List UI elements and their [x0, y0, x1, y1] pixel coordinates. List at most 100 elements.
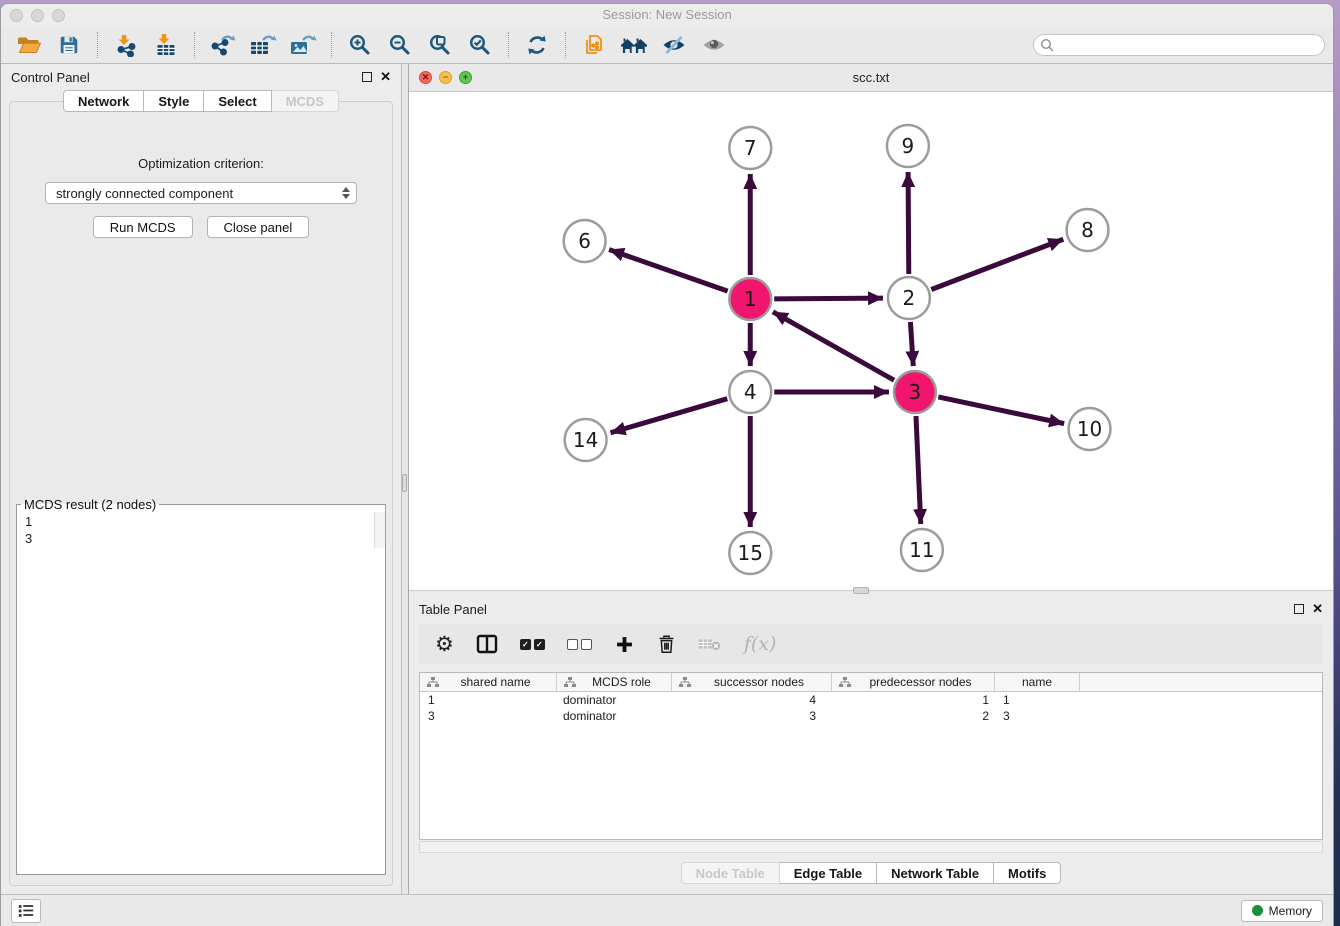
toolbar-separator: [97, 32, 98, 58]
graph-edge-1-6[interactable]: [609, 250, 728, 292]
toolbar-separator: [194, 32, 195, 58]
memory-button[interactable]: Memory: [1241, 900, 1323, 922]
clone-network-icon[interactable]: [574, 30, 614, 60]
node-table-body: 1dominator4113dominator323: [420, 692, 1322, 724]
graph-node-label: 8: [1081, 218, 1094, 242]
float-panel-icon[interactable]: [1294, 604, 1304, 614]
graph-edge-3-11[interactable]: [916, 416, 921, 524]
export-image-icon[interactable]: [283, 30, 323, 60]
table-cell[interactable]: 3: [995, 709, 1080, 723]
export-table-icon[interactable]: [243, 30, 283, 60]
result-scrollbar[interactable]: [374, 512, 385, 548]
tab-network[interactable]: Network: [63, 90, 144, 112]
divider-handle[interactable]: [853, 587, 869, 594]
divider-handle[interactable]: [402, 474, 407, 492]
table-cell[interactable]: 2: [832, 709, 995, 723]
network-graph[interactable]: 7968124314101511: [409, 92, 1333, 590]
delete-table-icon[interactable]: [698, 635, 722, 653]
application-window: Session: New Session: [0, 3, 1334, 926]
graph-edge-2-9[interactable]: [908, 172, 909, 274]
network-canvas[interactable]: 7968124314101511: [409, 92, 1333, 590]
zoom-selected-icon[interactable]: [460, 30, 500, 60]
deselect-all-icon[interactable]: [567, 639, 592, 650]
open-icon[interactable]: [9, 30, 49, 60]
tab-mcds[interactable]: MCDS: [272, 90, 339, 112]
maximize-network-icon[interactable]: +: [459, 71, 472, 84]
network-window-title: scc.txt: [409, 70, 1333, 85]
graph-edge-3-1[interactable]: [773, 312, 894, 380]
graph-edge-2-8[interactable]: [931, 239, 1063, 289]
graph-node-label: 14: [573, 428, 598, 452]
column-header-predecessor-nodes[interactable]: predecessor nodes: [832, 673, 995, 691]
delete-icon[interactable]: [657, 634, 676, 655]
column-header-mcds-role[interactable]: MCDS role: [557, 673, 672, 691]
table-cell[interactable]: 1: [995, 693, 1080, 707]
table-cell[interactable]: 4: [672, 693, 832, 707]
criterion-select[interactable]: strongly connected component: [45, 182, 357, 204]
tab-style[interactable]: Style: [144, 90, 204, 112]
column-header-shared-name[interactable]: shared name: [420, 673, 557, 691]
select-all-icon[interactable]: ✓✓: [520, 639, 545, 650]
graph-node-label: 11: [909, 538, 934, 562]
graph-edge-2-3[interactable]: [910, 322, 913, 366]
search-input[interactable]: [1033, 34, 1325, 56]
import-table-icon[interactable]: [146, 30, 186, 60]
node-table[interactable]: shared name MCDS role successor nodes: [419, 672, 1323, 840]
close-panel-icon[interactable]: ✕: [1312, 604, 1323, 614]
horizontal-divider[interactable]: [409, 590, 1333, 596]
run-mcds-button[interactable]: Run MCDS: [93, 216, 193, 238]
graph-node-label: 9: [902, 134, 915, 158]
import-network-icon[interactable]: [106, 30, 146, 60]
table-cell[interactable]: 1: [420, 693, 557, 707]
search-field: [1033, 34, 1325, 56]
graph-edge-1-2[interactable]: [774, 298, 883, 299]
optimization-criterion-label: Optimization criterion:: [10, 156, 392, 171]
close-network-icon[interactable]: ✕: [419, 71, 432, 84]
function-icon[interactable]: f(x): [744, 633, 777, 655]
task-history-button[interactable]: [11, 899, 41, 923]
tab-motifs[interactable]: Motifs: [994, 862, 1061, 884]
close-panel-icon[interactable]: ✕: [380, 72, 391, 82]
table-row[interactable]: 1dominator411: [420, 692, 1322, 708]
graph-node-label: 15: [738, 541, 763, 565]
graph-node-label: 2: [903, 286, 916, 310]
control-panel-title: Control Panel: [11, 70, 90, 85]
graph-edge-4-14[interactable]: [611, 399, 728, 433]
graph-edge-3-10[interactable]: [938, 397, 1064, 424]
mcds-result-box: MCDS result (2 nodes) 1 3: [16, 497, 386, 875]
gear-icon[interactable]: ⚙: [435, 634, 454, 655]
tab-node-table[interactable]: Node Table: [681, 862, 780, 884]
panel-divider[interactable]: [401, 64, 409, 894]
control-panel-header: Control Panel ✕: [1, 64, 401, 90]
column-header-successor-nodes[interactable]: successor nodes: [672, 673, 832, 691]
table-cell[interactable]: dominator: [557, 693, 672, 707]
hide-icon[interactable]: [654, 30, 694, 60]
table-row[interactable]: 3dominator323: [420, 708, 1322, 724]
graph-node-label: 4: [744, 380, 757, 404]
zoom-fit-icon[interactable]: [420, 30, 460, 60]
tab-edge-table[interactable]: Edge Table: [780, 862, 877, 884]
zoom-in-icon[interactable]: [340, 30, 380, 60]
column-header-name[interactable]: name: [995, 673, 1080, 691]
add-icon[interactable]: [614, 634, 635, 655]
zoom-out-icon[interactable]: [380, 30, 420, 60]
toolbar-separator: [565, 32, 566, 58]
graph-node-label: 1: [744, 287, 757, 311]
table-cell[interactable]: 3: [420, 709, 557, 723]
close-panel-button[interactable]: Close panel: [207, 216, 310, 238]
mcds-result-text: 1 3: [17, 512, 385, 548]
home-icon[interactable]: [614, 30, 654, 60]
split-panel-icon[interactable]: [476, 634, 498, 654]
table-cell[interactable]: dominator: [557, 709, 672, 723]
minimize-network-icon[interactable]: −: [439, 71, 452, 84]
tab-select[interactable]: Select: [204, 90, 271, 112]
refresh-icon[interactable]: [517, 30, 557, 60]
table-cell[interactable]: 1: [832, 693, 995, 707]
table-cell[interactable]: 3: [672, 709, 832, 723]
save-icon[interactable]: [49, 30, 89, 60]
show-icon[interactable]: [694, 30, 734, 60]
float-panel-icon[interactable]: [362, 72, 372, 82]
tab-network-table[interactable]: Network Table: [877, 862, 994, 884]
export-network-icon[interactable]: [203, 30, 243, 60]
table-hscrollbar[interactable]: [419, 841, 1323, 853]
